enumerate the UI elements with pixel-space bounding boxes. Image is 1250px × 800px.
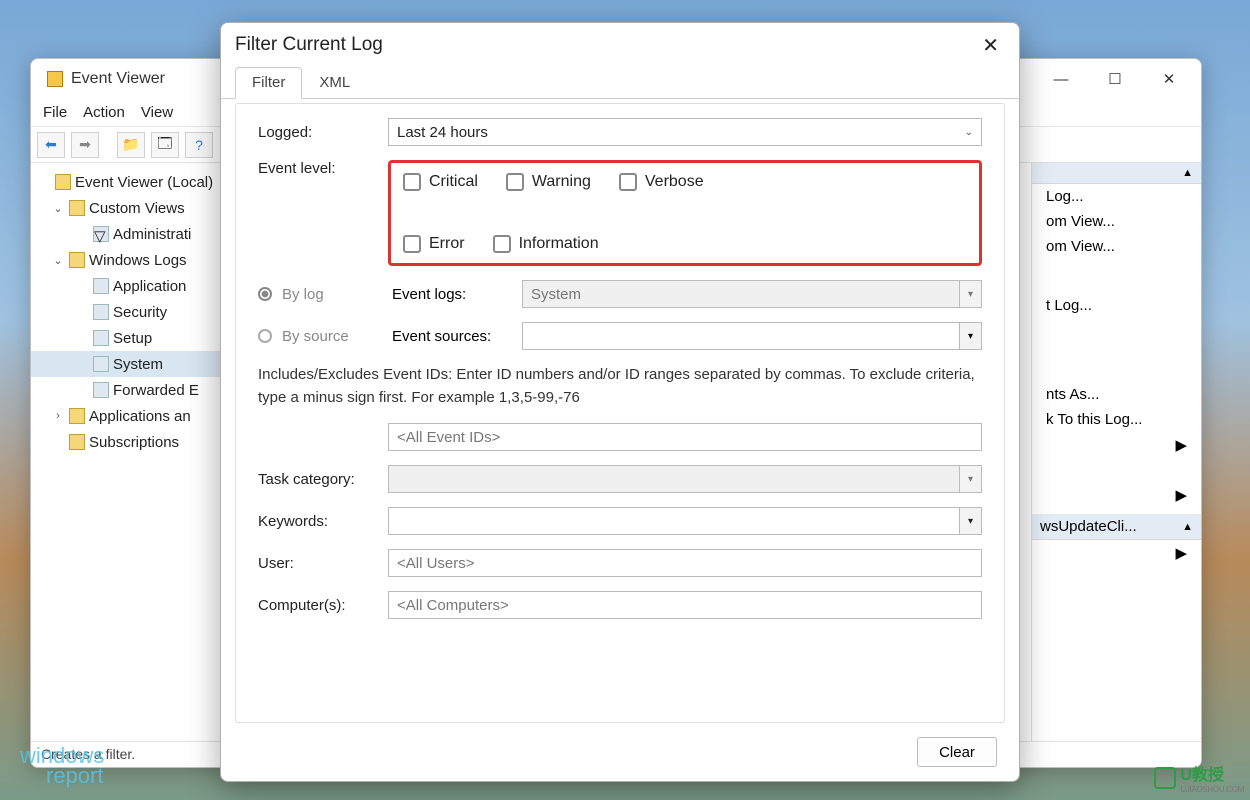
keywords-dropdown[interactable]: ▾ bbox=[388, 507, 982, 535]
event-logs-label: Event logs: bbox=[392, 286, 522, 303]
computers-input[interactable]: <All Computers> bbox=[388, 591, 982, 619]
actions-pane: ▲ Log... om View... om View... t Log... … bbox=[1031, 163, 1201, 767]
menu-view[interactable]: View bbox=[141, 104, 173, 121]
action-item[interactable]: t Log... bbox=[1032, 293, 1201, 318]
window-title: Event Viewer bbox=[71, 70, 165, 88]
action-submenu-icon[interactable]: ▶ bbox=[1032, 482, 1201, 508]
dialog-tabs: Filter XML bbox=[221, 67, 1019, 99]
collapse-icon[interactable]: ▲ bbox=[1182, 521, 1193, 533]
filter-dialog: Filter Current Log ✕ Filter XML Logged: … bbox=[220, 22, 1020, 782]
event-level-group: Critical Warning Verbose Error Informati… bbox=[388, 160, 982, 266]
tree-log-setup[interactable]: Setup bbox=[113, 330, 152, 347]
event-ids-input[interactable]: <All Event IDs> bbox=[388, 423, 982, 451]
action-item[interactable]: nts As... bbox=[1032, 382, 1201, 407]
checkbox-warning[interactable]: Warning bbox=[506, 173, 591, 191]
task-category-dropdown[interactable]: ▾ bbox=[388, 465, 982, 493]
minimize-button[interactable]: ― bbox=[1049, 67, 1073, 91]
computers-label: Computer(s): bbox=[258, 597, 388, 614]
tree-applications[interactable]: Applications an bbox=[89, 408, 191, 425]
event-sources-dropdown[interactable]: ▾ bbox=[522, 322, 982, 350]
action-submenu-icon[interactable]: ▶ bbox=[1032, 540, 1201, 566]
tab-xml[interactable]: XML bbox=[302, 67, 367, 98]
chevron-down-icon: ▾ bbox=[959, 466, 981, 492]
event-sources-label: Event sources: bbox=[392, 328, 522, 345]
checkbox-critical[interactable]: Critical bbox=[403, 173, 478, 191]
action-item[interactable]: om View... bbox=[1032, 234, 1201, 259]
collapse-icon[interactable]: ▲ bbox=[1182, 167, 1193, 179]
dialog-close-button[interactable]: ✕ bbox=[976, 31, 1005, 60]
logged-label: Logged: bbox=[258, 124, 388, 141]
shield-icon bbox=[1154, 767, 1176, 789]
menu-file[interactable]: File bbox=[43, 104, 67, 121]
tab-filter[interactable]: Filter bbox=[235, 67, 302, 99]
event-ids-hint: Includes/Excludes Event IDs: Enter ID nu… bbox=[258, 364, 982, 409]
tree-subscriptions[interactable]: Subscriptions bbox=[89, 434, 179, 451]
tree-log-system[interactable]: System bbox=[113, 356, 163, 373]
task-category-label: Task category: bbox=[258, 471, 388, 488]
event-level-label: Event level: bbox=[258, 160, 388, 177]
chevron-down-icon: ▾ bbox=[959, 323, 981, 349]
action-item[interactable]: k To this Log... bbox=[1032, 407, 1201, 432]
action-item[interactable]: om View... bbox=[1032, 209, 1201, 234]
tree-log-application[interactable]: Application bbox=[113, 278, 186, 295]
action-submenu-icon[interactable]: ▶ bbox=[1032, 432, 1201, 458]
menu-action[interactable]: Action bbox=[83, 104, 125, 121]
checkbox-error[interactable]: Error bbox=[403, 235, 465, 253]
checkbox-verbose[interactable]: Verbose bbox=[619, 173, 704, 191]
actions-header: ▲ bbox=[1032, 163, 1201, 184]
event-logs-value: System bbox=[531, 286, 581, 303]
forward-button[interactable]: ➡ bbox=[71, 132, 99, 158]
dialog-titlebar: Filter Current Log ✕ bbox=[221, 23, 1019, 67]
tree-windows-logs[interactable]: Windows Logs bbox=[89, 252, 187, 269]
radio-by-source[interactable] bbox=[258, 329, 272, 343]
tree-admin[interactable]: Administrati bbox=[113, 226, 191, 243]
dialog-title: Filter Current Log bbox=[235, 34, 383, 56]
maximize-button[interactable]: ☐ bbox=[1103, 67, 1127, 91]
tree-log-forwarded[interactable]: Forwarded E bbox=[113, 382, 199, 399]
chevron-down-icon: ▾ bbox=[959, 508, 981, 534]
event-logs-dropdown[interactable]: System ▾ bbox=[522, 280, 982, 308]
by-source-label: By source bbox=[282, 328, 392, 345]
watermark-windows-report: windowsreport bbox=[20, 746, 104, 786]
actions-subheader: wsUpdateCli...▲ bbox=[1032, 514, 1201, 540]
tree-log-security[interactable]: Security bbox=[113, 304, 167, 321]
by-log-label: By log bbox=[282, 286, 392, 303]
chevron-down-icon: ▾ bbox=[959, 281, 981, 307]
toolbar-icon-1[interactable]: 📁 bbox=[117, 132, 145, 158]
tree-root[interactable]: Event Viewer (Local) bbox=[75, 174, 213, 191]
clear-button[interactable]: Clear bbox=[917, 737, 997, 767]
chevron-down-icon: ⌄ bbox=[965, 127, 973, 138]
radio-by-log[interactable] bbox=[258, 287, 272, 301]
close-button[interactable]: ✕ bbox=[1157, 67, 1181, 91]
action-item[interactable]: Log... bbox=[1032, 184, 1201, 209]
watermark-ujiaoshou: U教授UJIAOSHOU.COM bbox=[1154, 761, 1244, 794]
tree-custom-views[interactable]: Custom Views bbox=[89, 200, 185, 217]
user-label: User: bbox=[258, 555, 388, 572]
toolbar-icon-2[interactable]: 🗔 bbox=[151, 132, 179, 158]
app-icon bbox=[47, 71, 63, 87]
keywords-label: Keywords: bbox=[258, 513, 388, 530]
logged-value: Last 24 hours bbox=[397, 124, 488, 141]
help-button[interactable]: ? bbox=[185, 132, 213, 158]
checkbox-information[interactable]: Information bbox=[493, 235, 599, 253]
back-button[interactable]: ⬅ bbox=[37, 132, 65, 158]
user-input[interactable]: <All Users> bbox=[388, 549, 982, 577]
logged-dropdown[interactable]: Last 24 hours ⌄ bbox=[388, 118, 982, 146]
